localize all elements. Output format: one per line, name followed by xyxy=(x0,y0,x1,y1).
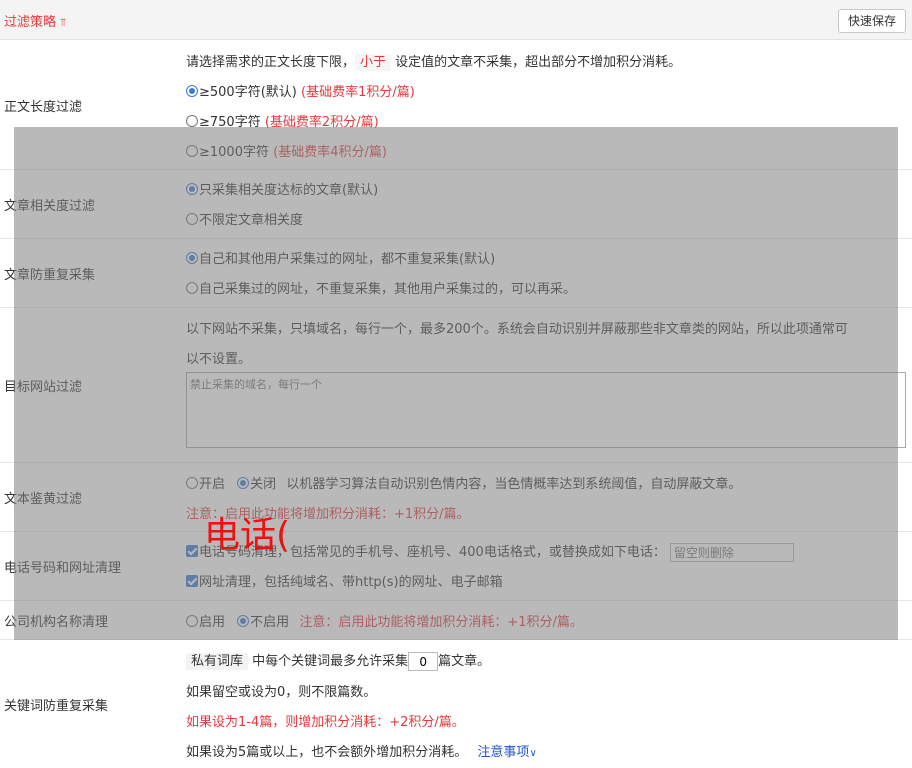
dedupe-filter-row: 文章防重复采集 自己和其他用户采集过的网址，都不重复采集(默认) 自己采集过的网… xyxy=(0,239,912,308)
radio-icon[interactable] xyxy=(186,615,198,627)
section-title[interactable]: 过滤策略 ⫪ xyxy=(4,11,66,30)
keyword-dedupe-line3: 如果设为1-4篇，则增加积分消耗：+2积分/篇。 xyxy=(186,715,465,730)
porn-filter-notice: 注意：启用此功能将增加积分消耗：+1积分/篇。 xyxy=(186,507,470,522)
double-chevron-down-icon[interactable]: ⫪ xyxy=(60,16,66,29)
less-than-tag: 小于 xyxy=(355,54,392,71)
length-option-1000[interactable]: ≥1000字符 (基础费率4积分/篇) xyxy=(186,141,387,160)
dedupe-option-all[interactable]: 自己和其他用户采集过的网址，都不重复采集(默认) xyxy=(186,248,495,267)
porn-option-off-text: 关闭 xyxy=(250,477,277,492)
radio-selected-icon[interactable] xyxy=(186,252,198,264)
keyword-dedupe-line1: 私有词库 中每个关键词最多允许采集 篇文章。 xyxy=(186,650,490,671)
radio-icon[interactable] xyxy=(186,115,198,127)
chevron-down-icon: ∨ xyxy=(529,748,537,759)
length-option-500-text: ≥500字符(默认) xyxy=(199,85,297,100)
company-cleanup-notice: 注意：启用此功能将增加积分消耗：+1积分/篇。 xyxy=(299,615,583,630)
company-cleanup-row: 公司机构名称清理 启用 不启用 注意：启用此功能将增加积分消耗：+1积分/篇。 xyxy=(0,601,912,640)
length-option-500-rate: (基础费率1积分/篇) xyxy=(301,85,415,100)
relevance-option-default-text: 只采集相关度达标的文章(默认) xyxy=(199,183,379,198)
quick-save-button[interactable]: 快速保存 xyxy=(837,9,906,33)
length-filter-desc: 请选择需求的正文长度下限， 小于 设定值的文章不采集，超出部分不增加积分消耗。 xyxy=(186,51,682,71)
keyword-dedupe-line2: 如果留空或设为0，则不限篇数。 xyxy=(186,685,377,700)
dedupe-option-self[interactable]: 自己采集过的网址，不重复采集，其他用户采集过的，可以再采。 xyxy=(186,278,576,297)
porn-option-off[interactable]: 关闭 xyxy=(237,477,276,492)
site-filter-row: 目标网站过滤 以下网站不采集，只填域名，每行一个，最多200个。系统会自动识别并… xyxy=(0,308,912,463)
length-option-500[interactable]: ≥500字符(默认) (基础费率1积分/篇) xyxy=(186,81,415,100)
length-filter-desc-prefix: 请选择需求的正文长度下限， xyxy=(186,55,356,70)
radio-selected-icon[interactable] xyxy=(237,477,250,489)
replacement-phone-input[interactable] xyxy=(669,543,794,562)
radio-icon[interactable] xyxy=(186,145,198,157)
relevance-option-unlimited-text: 不限定文章相关度 xyxy=(199,213,304,228)
keyword-dedupe-row: 关键词防重复采集 私有词库 中每个关键词最多允许采集 篇文章。 如果留空或设为0，… xyxy=(0,640,912,768)
keyword-dedupe-line1-suffix: 篇文章。 xyxy=(438,654,491,669)
company-option-on[interactable]: 启用 xyxy=(186,615,225,630)
dedupe-option-all-text: 自己和其他用户采集过的网址，都不重复采集(默认) xyxy=(199,252,496,267)
length-filter-label: 正文长度过滤 xyxy=(4,100,83,115)
radio-icon[interactable] xyxy=(186,477,198,489)
length-option-750-text: ≥750字符 xyxy=(199,115,261,130)
porn-filter-label: 文本鉴黄过滤 xyxy=(4,492,83,507)
max-articles-per-keyword-input[interactable] xyxy=(408,652,439,671)
length-filter-desc-suffix: 设定值的文章不采集，超出部分不增加积分消耗。 xyxy=(395,55,682,70)
porn-filter-desc: 以机器学习算法自动识别色情内容，当色情概率达到系统阈值，自动屏蔽文章。 xyxy=(286,477,742,492)
phone-url-cleanup-row: 电话号码和网址清理 电话号码清理，包括常见的手机号、座机号、400电话格式，或替… xyxy=(0,532,912,601)
length-filter-row: 正文长度过滤 请选择需求的正文长度下限， 小于 设定值的文章不采集，超出部分不增加… xyxy=(0,40,912,170)
company-option-off-text: 不启用 xyxy=(250,615,290,630)
url-cleanup-text: 网址清理，包括纯域名、带http(s)的网址、电子邮箱 xyxy=(199,575,503,590)
checkbox-checked-icon[interactable] xyxy=(186,575,198,587)
porn-option-on[interactable]: 开启 xyxy=(186,477,225,492)
keyword-dedupe-line4: 如果设为5篇或以上，也不会额外增加积分消耗。 注意事项∨ xyxy=(186,741,537,760)
radio-icon[interactable] xyxy=(186,213,198,225)
company-option-on-text: 启用 xyxy=(199,615,226,630)
length-option-750-rate: (基础费率2积分/篇) xyxy=(264,115,379,130)
company-option-off[interactable]: 不启用 xyxy=(237,615,289,630)
notice-link[interactable]: 注意事项∨ xyxy=(477,745,536,760)
relevance-option-unlimited[interactable]: 不限定文章相关度 xyxy=(186,209,303,228)
filter-strategy-header: 过滤策略 ⫪ 快速保存 xyxy=(0,0,912,40)
phone-url-cleanup-label: 电话号码和网址清理 xyxy=(4,561,122,576)
length-option-750[interactable]: ≥750字符 (基础费率2积分/篇) xyxy=(186,111,379,130)
length-option-1000-rate: (基础费率4积分/篇) xyxy=(273,145,387,160)
notice-link-text: 注意事项 xyxy=(477,745,530,760)
keyword-dedupe-line1-mid: 中每个关键词最多允许采集 xyxy=(252,654,409,669)
length-option-1000-text: ≥1000字符 xyxy=(199,145,269,160)
phone-cleanup-option[interactable]: 电话号码清理，包括常见的手机号、座机号、400电话格式，或替换成如下电话： xyxy=(186,541,794,562)
company-cleanup-options: 启用 不启用 注意：启用此功能将增加积分消耗：+1积分/篇。 xyxy=(186,611,583,630)
private-lexicon-tag: 私有词库 xyxy=(186,653,249,670)
porn-option-on-text: 开启 xyxy=(199,477,226,492)
company-cleanup-label: 公司机构名称清理 xyxy=(4,615,109,630)
porn-filter-options: 开启 关闭 以机器学习算法自动识别色情内容，当色情概率达到系统阈值，自动屏蔽文章… xyxy=(186,473,741,492)
relevance-option-default[interactable]: 只采集相关度达标的文章(默认) xyxy=(186,179,378,198)
url-cleanup-option[interactable]: 网址清理，包括纯域名、带http(s)的网址、电子邮箱 xyxy=(186,571,503,590)
site-filter-desc-line2: 以不设置。 xyxy=(186,352,252,367)
blocked-domains-textarea[interactable] xyxy=(186,372,906,448)
relevance-filter-label: 文章相关度过滤 xyxy=(4,199,96,214)
radio-selected-icon[interactable] xyxy=(237,615,250,627)
keyword-dedupe-line4-text: 如果设为5篇或以上，也不会额外增加积分消耗。 xyxy=(186,745,468,760)
relevance-filter-row: 文章相关度过滤 只采集相关度达标的文章(默认) 不限定文章相关度 xyxy=(0,170,912,239)
site-filter-label: 目标网站过滤 xyxy=(4,380,83,395)
dedupe-option-self-text: 自己采集过的网址，不重复采集，其他用户采集过的，可以再采。 xyxy=(199,282,577,297)
dedupe-filter-label: 文章防重复采集 xyxy=(4,268,96,283)
radio-icon[interactable] xyxy=(186,282,198,294)
radio-selected-icon[interactable] xyxy=(186,85,198,97)
keyword-dedupe-label: 关键词防重复采集 xyxy=(4,699,109,714)
section-title-text: 过滤策略 xyxy=(4,15,57,30)
checkbox-checked-icon[interactable] xyxy=(186,545,198,557)
radio-selected-icon[interactable] xyxy=(186,183,198,195)
porn-filter-row: 文本鉴黄过滤 开启 关闭 以机器学习算法自动识别色情内容，当色情概率达到系统阈值… xyxy=(0,463,912,532)
phone-cleanup-text: 电话号码清理，包括常见的手机号、座机号、400电话格式，或替换成如下电话： xyxy=(199,545,666,560)
site-filter-desc-line1: 以下网站不采集，只填域名，每行一个，最多200个。系统会自动识别并屏蔽那些非文章… xyxy=(186,322,848,337)
